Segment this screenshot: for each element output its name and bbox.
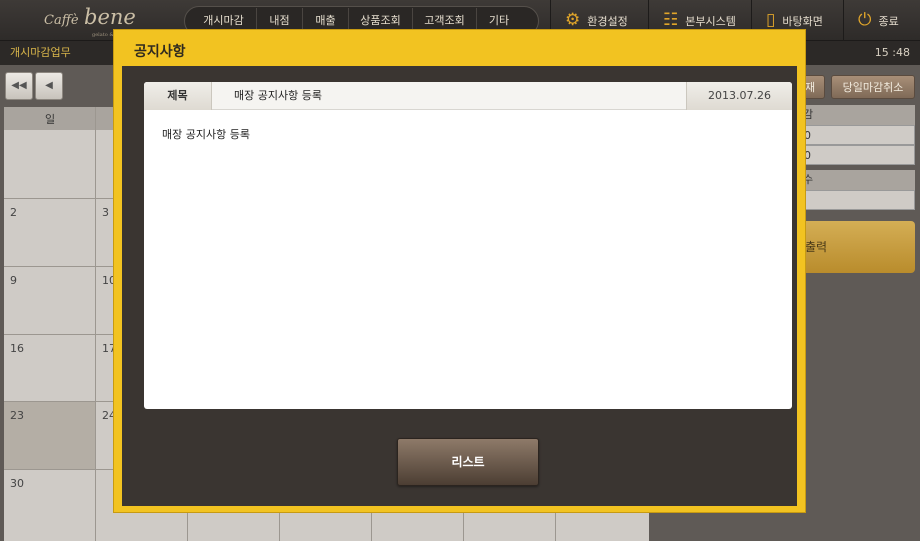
notice-card: 제목 매장 공지사항 등록 2013.07.26 매장 공지사항 등록 [144,82,792,409]
prev-month-button[interactable]: ◀ [35,72,63,100]
cancel-daily-close-button[interactable]: 당일마감취소 [831,75,915,99]
count-box-header: 수 [795,170,915,190]
close-box-row-2: 0 [795,145,915,165]
desktop-label: 바탕화면 [782,14,823,28]
left-icon: ◀ [45,80,53,91]
clock: 15 :48 [874,46,910,59]
section-title: 개시마감업무 [10,46,71,59]
close-box-header: 감 [795,105,915,125]
modal-body: 제목 매장 공지사항 등록 2013.07.26 매장 공지사항 등록 리스트 [122,66,797,506]
exit-label: 종료 [878,14,899,28]
day-3[interactable]: 3 [102,206,109,219]
notice-body-text: 매장 공지사항 등록 [162,128,250,141]
prev-year-button[interactable]: ◀◀ [5,72,33,100]
gear-icon: ⚙ [565,10,581,30]
count-box-row [795,190,915,210]
day-2[interactable]: 2 [10,206,17,219]
list-button[interactable]: 리스트 [397,438,539,486]
notice-modal: 공지사항 제목 매장 공지사항 등록 2013.07.26 매장 공지사항 등록… [113,29,806,513]
sliders-icon: ☷ [663,10,679,30]
power-icon: ⏻ [858,10,872,30]
day-9[interactable]: 9 [10,274,17,287]
day-30[interactable]: 30 [10,477,24,490]
print-button[interactable]: 출력 [795,221,915,273]
tablet-icon: ▯ [766,10,776,30]
logo-caffe-text: Caffè [44,13,79,28]
settings-label: 환경설정 [587,14,628,28]
double-left-icon: ◀◀ [11,80,27,91]
hq-system-label: 본부시스템 [685,14,736,28]
notice-date: 2013.07.26 [686,82,792,110]
notice-header: 제목 매장 공지사항 등록 2013.07.26 [144,82,792,110]
subject-label: 제목 [144,82,212,110]
notice-subject: 매장 공지사항 등록 [234,89,322,102]
modal-title: 공지사항 [134,44,186,60]
logo-bene-text: bene [84,5,136,29]
day-16[interactable]: 16 [10,342,24,355]
exit-button[interactable]: ⏻ 종료 [843,0,920,41]
weekday-sun: 일 [45,113,56,126]
close-box-row-1: 0 [795,125,915,145]
day-23[interactable]: 23 [10,409,24,422]
